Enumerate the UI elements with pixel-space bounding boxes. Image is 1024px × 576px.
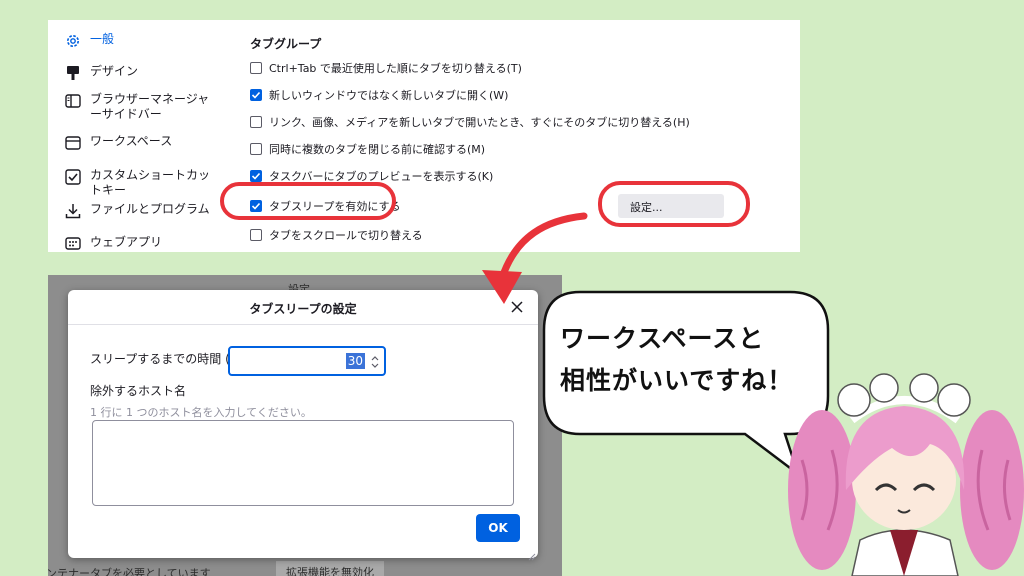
highlight-ring-settings-button <box>598 181 750 227</box>
option-scroll-switch-tabs[interactable]: タブをスクロールで切り替える <box>250 227 423 243</box>
settings-sidebar: 一般 デザイン ブラウザーマネージャーサイドバー ワークスペース カスタムショー… <box>48 20 218 252</box>
workspace-icon <box>64 134 82 152</box>
sidebar-item-design[interactable]: デザイン <box>64 64 214 82</box>
paintbrush-icon <box>64 64 82 82</box>
sidebar-item-general[interactable]: 一般 <box>64 32 214 50</box>
sidebar-item-label: ウェブアプリ <box>90 235 163 249</box>
checkbox-icon <box>64 168 82 186</box>
background-text: ンテナータブを必要としています <box>48 567 211 576</box>
checkbox[interactable] <box>250 62 262 74</box>
sidebar-item-workspace[interactable]: ワークスペース <box>64 134 214 152</box>
exclude-hosts-label: 除外するホスト名 <box>90 384 187 398</box>
sidebar-item-webapps[interactable]: ウェブアプリ <box>64 235 214 252</box>
checkbox-checked[interactable] <box>250 89 262 101</box>
option-ctrl-tab-recent[interactable]: Ctrl+Tab で最近使用した順にタブを切り替える(T) <box>250 60 522 76</box>
exclude-hosts-hint: 1 行に 1 つのホスト名を入力してください。 <box>90 406 312 419</box>
option-switch-to-new-tab[interactable]: リンク、画像、メディアを新しいタブで開いたとき、すぐにそのタブに切り替える(H) <box>250 114 690 130</box>
sidebar-item-files-programs[interactable]: ファイルとプログラム <box>64 202 214 220</box>
sidebar-icon <box>64 92 82 110</box>
checkbox-checked[interactable] <box>250 170 262 182</box>
checkbox[interactable] <box>250 116 262 128</box>
sidebar-item-custom-shortcuts[interactable]: カスタムショートカットキー <box>64 168 214 198</box>
speech-bubble-text: ワークスペースと 相性がいいですね！ <box>560 324 794 395</box>
sidebar-item-browser-manager-sidebar[interactable]: ブラウザーマネージャーサイドバー <box>64 92 214 122</box>
dialog-separator <box>68 324 538 325</box>
option-label: 同時に複数のタブを閉じる前に確認する(M) <box>269 143 486 156</box>
sleep-time-label: スリープするまでの時間 (分) <box>90 352 247 366</box>
checkbox[interactable] <box>250 229 262 241</box>
ok-button[interactable]: OK <box>476 514 520 542</box>
spinner-icon[interactable] <box>370 353 380 371</box>
sleep-time-value: 30 <box>345 353 365 369</box>
sidebar-item-label: ブラウザーマネージャーサイドバー <box>90 92 210 121</box>
resize-grip-icon[interactable] <box>526 546 536 561</box>
character-illustration <box>788 373 1024 576</box>
option-label: Ctrl+Tab で最近使用した順にタブを切り替える(T) <box>269 62 522 75</box>
settings-panel: 一般 デザイン ブラウザーマネージャーサイドバー ワークスペース カスタムショー… <box>48 20 800 252</box>
checkbox[interactable] <box>250 143 262 155</box>
gear-icon <box>64 32 82 50</box>
option-confirm-close-tabs[interactable]: 同時に複数のタブを閉じる前に確認する(M) <box>250 141 485 157</box>
sidebar-item-label: 一般 <box>90 32 115 46</box>
option-label: リンク、画像、メディアを新しいタブで開いたとき、すぐにそのタブに切り替える(H) <box>269 116 690 129</box>
download-icon <box>64 202 82 220</box>
sidebar-item-label: デザイン <box>90 64 139 78</box>
sidebar-item-label: ファイルとプログラム <box>90 202 210 216</box>
sidebar-item-label: ワークスペース <box>90 134 173 148</box>
option-label: 新しいウィンドウではなく新しいタブに開く(W) <box>269 89 509 102</box>
option-label: タブをスクロールで切り替える <box>269 229 423 242</box>
highlight-ring-tab-sleep <box>220 182 396 220</box>
disable-extension-button: 拡張機能を無効化 <box>276 561 384 576</box>
tab-group-heading: タブグループ <box>250 37 322 51</box>
exclude-hosts-textarea[interactable] <box>92 420 514 506</box>
tab-sleep-dialog: タブスリープの設定 スリープするまでの時間 (分) 30 除外するホスト名 1 … <box>68 290 538 561</box>
option-open-new-tab[interactable]: 新しいウィンドウではなく新しいタブに開く(W) <box>250 87 508 103</box>
sleep-time-input[interactable]: 30 <box>228 346 386 376</box>
webapp-icon <box>64 235 82 252</box>
sidebar-item-label: カスタムショートカットキー <box>90 168 211 197</box>
